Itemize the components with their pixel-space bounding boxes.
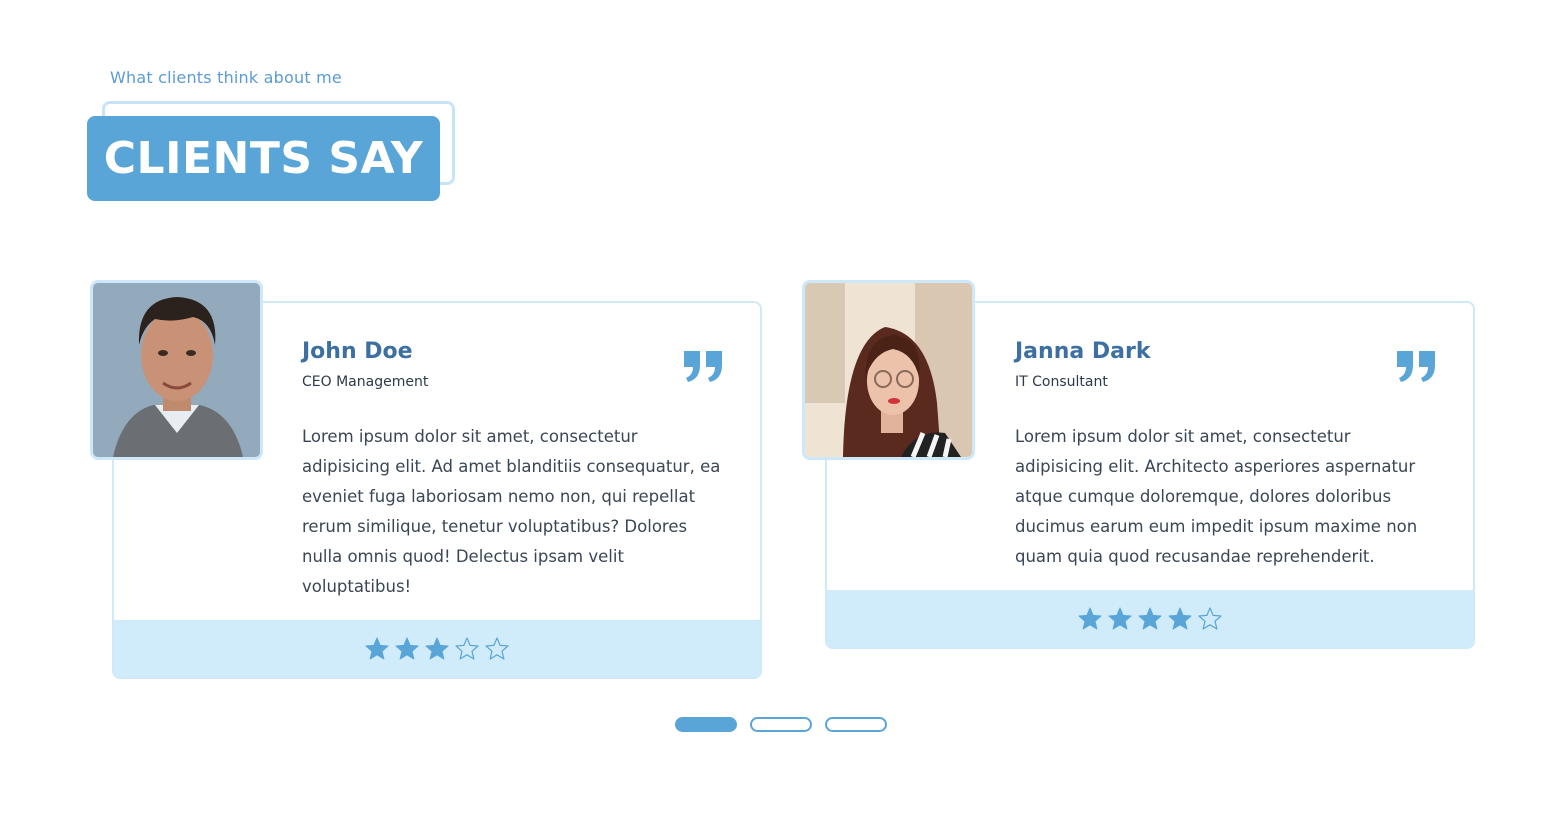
pagination-dot-3[interactable] (825, 717, 887, 732)
star-empty-icon (455, 636, 479, 660)
testimonial-content: John Doe CEO Management Lorem ipsum dolo… (302, 339, 730, 602)
star-filled-icon (395, 637, 419, 659)
testimonials-section: What clients think about me CLIENTS SAY … (0, 0, 1560, 836)
star-filled-icon (1168, 607, 1192, 629)
star-filled-icon (365, 637, 389, 659)
section-title: CLIENTS SAY (103, 133, 424, 184)
pagination-dot-1[interactable] (675, 717, 737, 732)
client-role: CEO Management (302, 374, 429, 390)
man-portrait-icon (93, 283, 260, 457)
carousel-pagination (675, 717, 887, 732)
star-filled-icon (1138, 607, 1162, 629)
client-name: Janna Dark (1015, 339, 1151, 364)
testimonial-text: Lorem ipsum dolor sit amet, consectetur … (1015, 427, 1418, 566)
section-title-badge: CLIENTS SAY (87, 116, 440, 201)
rating-bar (114, 620, 760, 677)
star-empty-icon (485, 636, 509, 660)
client-role: IT Consultant (1015, 374, 1108, 390)
testimonial-text: Lorem ipsum dolor sit amet, consectetur … (302, 427, 721, 596)
quote-icon (684, 351, 722, 382)
pagination-dot-2[interactable] (750, 717, 812, 732)
star-empty-icon (1198, 606, 1222, 630)
star-filled-icon (1078, 607, 1102, 629)
quote-icon (1397, 351, 1435, 382)
testimonial-content: Janna Dark IT Consultant Lorem ipsum dol… (1015, 339, 1443, 572)
woman-portrait-icon (805, 283, 972, 457)
client-avatar (802, 280, 975, 460)
client-name: John Doe (302, 339, 413, 364)
rating-bar (827, 590, 1473, 647)
section-subtitle: What clients think about me (110, 68, 342, 87)
client-avatar (90, 280, 263, 460)
star-filled-icon (1108, 607, 1132, 629)
star-filled-icon (425, 637, 449, 659)
